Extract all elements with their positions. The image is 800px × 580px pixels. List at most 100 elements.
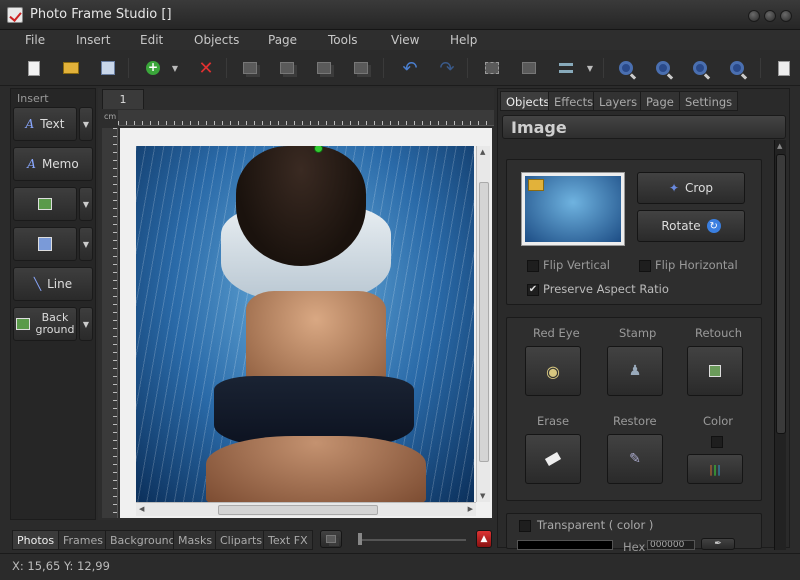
delete-red-x-icon[interactable]: ✕ (194, 56, 218, 80)
group-icon[interactable] (480, 56, 504, 80)
tab-photos[interactable]: Photos (12, 530, 60, 550)
zoom-in-icon[interactable] (614, 56, 638, 80)
tab-layers[interactable]: Layers (593, 91, 644, 111)
preserve-aspect-label: Preserve Aspect Ratio (543, 282, 669, 296)
shape-icon (38, 237, 52, 251)
insert-shape-dropdown[interactable]: ▼ (79, 227, 93, 261)
page-tab-1[interactable]: 1 (102, 89, 144, 109)
tab-cliparts[interactable]: Cliparts (215, 530, 268, 550)
zoom-actual-icon[interactable] (725, 56, 749, 80)
transparent-label: Transparent ( color ) (537, 518, 654, 532)
photo-legs (206, 436, 426, 502)
flip-horizontal-checkbox[interactable] (639, 260, 651, 272)
status-bar: X: 15,65 Y: 12,99 (0, 553, 800, 580)
insert-background-dropdown[interactable]: ▼ (79, 307, 93, 341)
color-checkbox[interactable] (711, 436, 723, 448)
insert-text-button[interactable]: A Text (13, 107, 77, 141)
menu-tools[interactable]: Tools (328, 33, 358, 47)
send-backward-icon[interactable] (312, 56, 336, 80)
rotate-button[interactable]: Rotate ↻ (637, 210, 745, 242)
insert-image-button[interactable] (13, 187, 77, 221)
menu-file[interactable]: File (25, 33, 45, 47)
menu-view[interactable]: View (391, 33, 419, 47)
properties-vertical-scrollbar[interactable]: ▲ (774, 140, 786, 550)
menu-insert[interactable]: Insert (76, 33, 110, 47)
open-folder-icon[interactable] (59, 56, 83, 80)
tab-effects[interactable]: Effects (548, 91, 600, 111)
red-eye-label: Red Eye (533, 326, 580, 340)
maximize-button[interactable] (764, 10, 776, 22)
restore-button[interactable]: ✎ (607, 434, 663, 484)
transparent-checkbox[interactable] (519, 520, 531, 532)
add-green-icon[interactable]: + (141, 56, 165, 80)
undo-icon[interactable]: ↶ (398, 56, 422, 80)
align-dropdown-arrow-icon[interactable]: ▼ (583, 56, 597, 80)
send-back-icon[interactable] (349, 56, 373, 80)
menu-help[interactable]: Help (450, 33, 477, 47)
erase-button[interactable] (525, 434, 581, 484)
bring-forward-icon[interactable] (275, 56, 299, 80)
tab-page[interactable]: Page (640, 91, 680, 111)
hex-input[interactable]: 000000 (647, 540, 695, 550)
thumbnail-size-slider[interactable] (358, 539, 466, 541)
transparent-color-swatch[interactable] (517, 540, 613, 550)
photo-back (246, 291, 386, 386)
retouch-button[interactable] (687, 346, 743, 396)
save-copy-icon[interactable] (96, 56, 120, 80)
flip-vertical-checkbox[interactable] (527, 260, 539, 272)
insert-memo-button[interactable]: A Memo (13, 147, 93, 181)
align-icon[interactable] (554, 56, 578, 80)
insert-line-label: Line (47, 277, 73, 291)
tab-masks[interactable]: Masks (173, 530, 218, 550)
photo-hair (236, 146, 366, 266)
transparent-group: Transparent ( color ) Hex 000000 ✒ (506, 513, 762, 554)
stamp-button[interactable]: ♟ (607, 346, 663, 396)
menu-edit[interactable]: Edit (140, 33, 163, 47)
minimize-button[interactable] (748, 10, 760, 22)
upload-red-arrow-icon[interactable]: ▲ (476, 530, 492, 548)
insert-line-button[interactable]: ╲ Line (13, 267, 93, 301)
library-view-button[interactable] (320, 530, 342, 548)
new-file-icon[interactable] (22, 56, 46, 80)
ungroup-icon[interactable] (517, 56, 541, 80)
eyedropper-button[interactable]: ✒ (701, 538, 735, 550)
color-button[interactable]: ||| (687, 454, 743, 484)
print-preview-icon[interactable] (772, 56, 796, 80)
flip-vertical-label: Flip Vertical (543, 258, 611, 272)
insert-text-dropdown[interactable]: ▼ (79, 107, 93, 141)
image-group: ✦ Crop Rotate ↻ Flip Vertical Flip Horizon… (506, 159, 762, 305)
menu-objects[interactable]: Objects (194, 33, 239, 47)
canvas-vertical-scrollbar[interactable]: ▲ ▼ (476, 146, 490, 502)
library-tabs: Photos Frames Background Masks Cliparts … (10, 527, 494, 553)
menu-page[interactable]: Page (268, 33, 297, 47)
insert-image-dropdown[interactable]: ▼ (79, 187, 93, 221)
zoom-fit-icon[interactable] (688, 56, 712, 80)
zoom-out-icon[interactable] (651, 56, 675, 80)
hex-label: Hex (623, 540, 646, 554)
bring-front-icon[interactable] (238, 56, 262, 80)
photo-object[interactable] (136, 146, 474, 502)
canvas-horizontal-scrollbar[interactable]: ◀ ▶ (136, 502, 476, 516)
red-eye-button[interactable]: ◉ (525, 346, 581, 396)
tab-frames[interactable]: Frames (58, 530, 109, 550)
tab-background[interactable]: Background (105, 530, 181, 550)
insert-label: Insert (17, 92, 49, 105)
erase-label: Erase (537, 414, 570, 428)
add-dropdown-arrow-icon[interactable]: ▼ (168, 56, 182, 80)
insert-background-button[interactable]: Back ground (13, 307, 77, 341)
text-icon: A (25, 117, 35, 131)
canvas-panel: 1 cm ▲ ▼ ◀ ▶ (98, 88, 494, 520)
open-image-icon[interactable] (528, 179, 544, 191)
redo-icon[interactable]: ↷ (435, 56, 459, 80)
preserve-aspect-checkbox[interactable]: ✔ (527, 284, 539, 296)
close-button[interactable] (780, 10, 792, 22)
slider-thumb[interactable] (358, 533, 362, 545)
insert-shape-button[interactable] (13, 227, 77, 261)
background-icon (15, 318, 30, 330)
crop-button[interactable]: ✦ Crop (637, 172, 745, 204)
tab-settings[interactable]: Settings (679, 91, 739, 111)
retouch-icon (709, 365, 721, 377)
memo-icon: A (27, 157, 36, 171)
tab-text-fx[interactable]: Text FX (263, 530, 313, 550)
color-label: Color (703, 414, 734, 428)
